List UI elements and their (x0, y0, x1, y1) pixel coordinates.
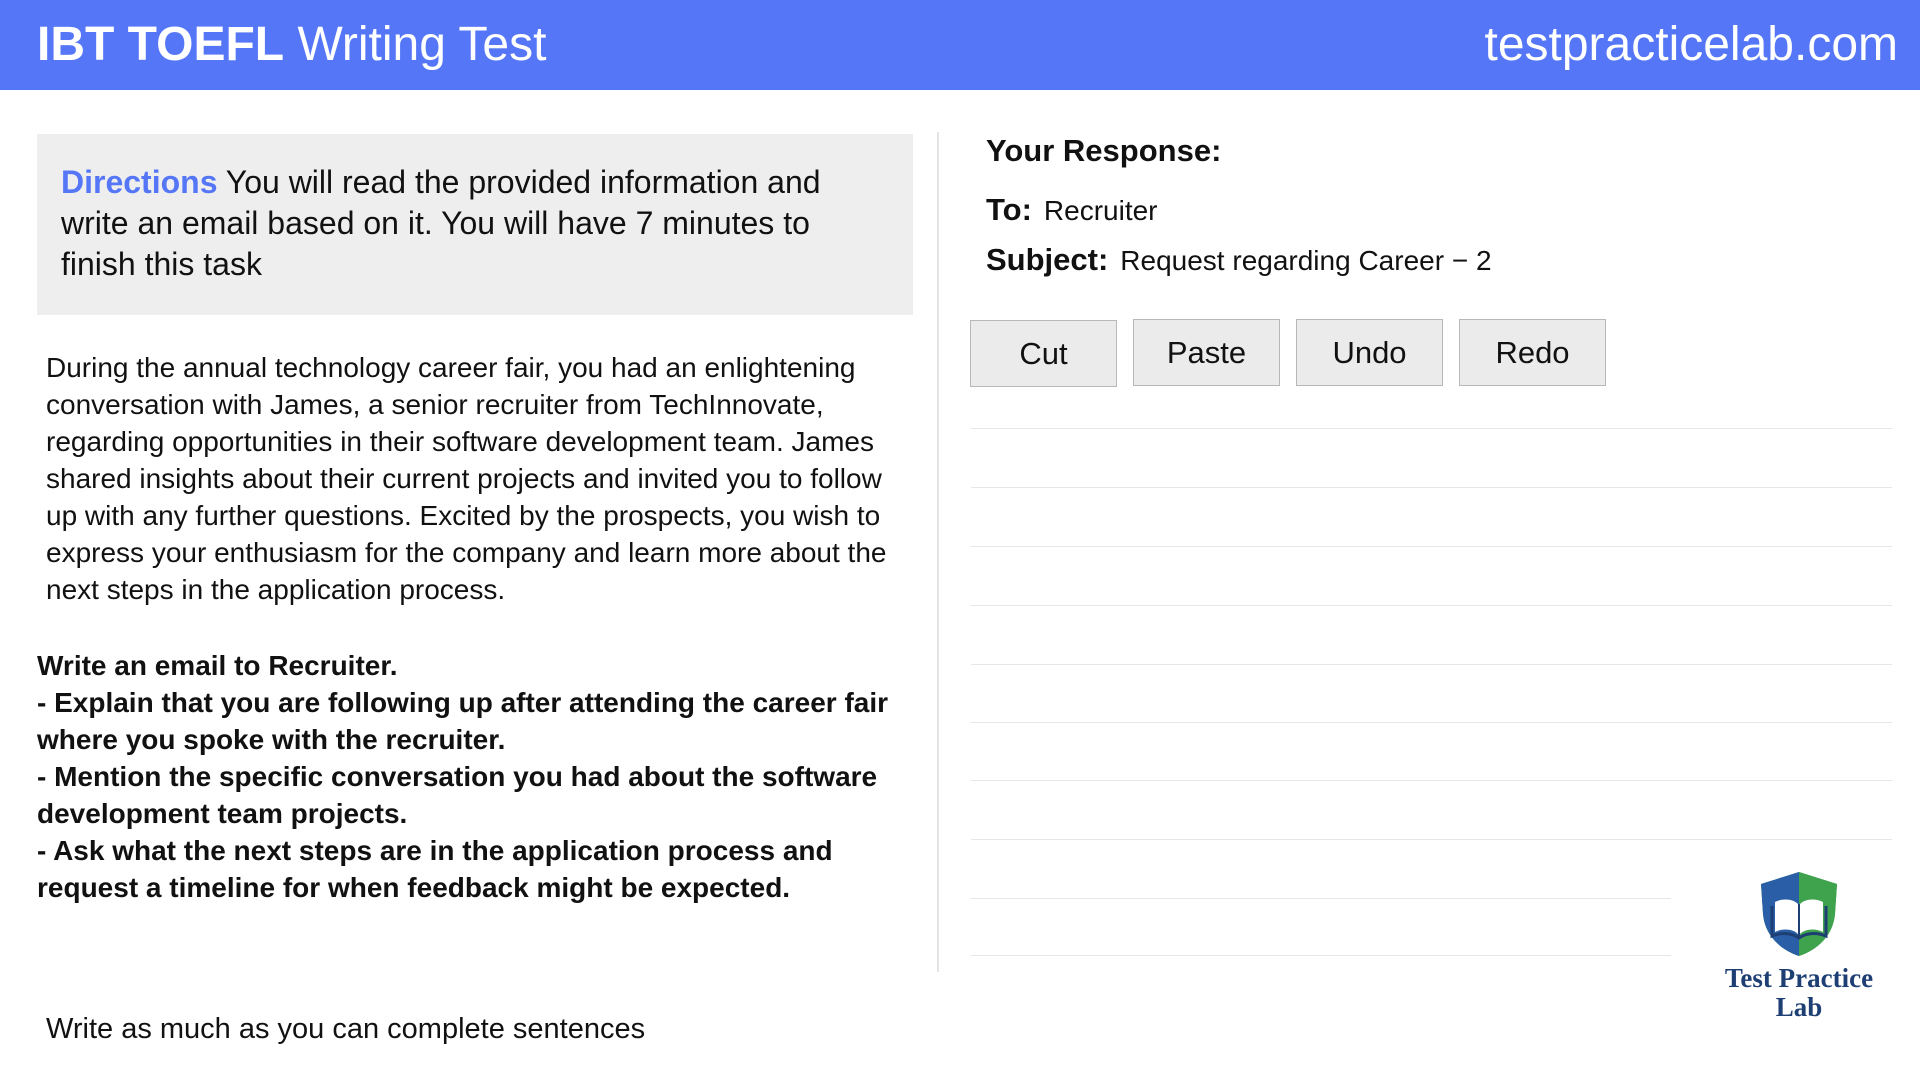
logo-text: Test Practice Lab (1678, 964, 1920, 1022)
ruled-line (971, 487, 1892, 488)
logo-line1: Test Practice (1724, 963, 1874, 993)
reading-passage: During the annual technology career fair… (46, 352, 887, 605)
directions-label: Directions (61, 164, 218, 200)
subject-field: Subject: Request regarding Career − 2 (986, 240, 1492, 281)
book-shield-icon (1761, 872, 1837, 956)
directions-box: Directions You will read the provided in… (37, 134, 913, 315)
logo: Test Practice Lab (1678, 848, 1920, 1044)
ruled-line (971, 898, 1671, 899)
ruled-line (971, 955, 1671, 956)
instruction-item: - Mention the specific conversation you … (37, 761, 878, 829)
to-label: To: (986, 192, 1032, 227)
instruction-item: - Explain that you are following up afte… (37, 687, 889, 755)
ruled-line (971, 546, 1892, 547)
app-title-strong: IBT TOEFL (37, 18, 285, 71)
panel-divider (937, 132, 939, 972)
response-label: Your Response: (986, 133, 1222, 168)
instructions-heading: Write an email to Recruiter. (37, 650, 398, 681)
header-bar: IBT TOEFL Writing Test testpracticelab.c… (0, 0, 1920, 90)
subject-value: Request regarding Career − 2 (1120, 245, 1492, 276)
ruled-line (971, 722, 1892, 723)
ruled-line (971, 780, 1892, 781)
instruction-item: - Ask what the next steps are in the app… (37, 835, 833, 903)
to-field: To: Recruiter (986, 190, 1158, 231)
task-instructions: Write an email to Recruiter. - Explain t… (37, 647, 907, 906)
ruled-line (971, 605, 1892, 606)
subject-label: Subject: (986, 242, 1109, 277)
logo-line2: Lab (1775, 992, 1823, 1022)
ruled-line (971, 664, 1892, 665)
ruled-line (971, 428, 1892, 429)
footer-note: Write as much as you can complete senten… (46, 1013, 646, 1045)
app-title: IBT TOEFL Writing Test (37, 19, 546, 71)
to-value: Recruiter (1043, 195, 1158, 226)
app-title-rest: Writing Test (284, 18, 547, 71)
site-name: testpracticelab.com (1484, 18, 1898, 71)
ruled-line (971, 839, 1892, 840)
